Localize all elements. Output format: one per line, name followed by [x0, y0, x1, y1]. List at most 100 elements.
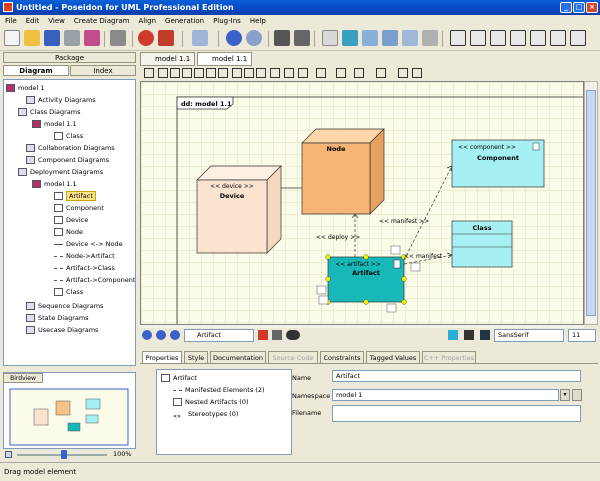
line-color-icon[interactable]: [464, 330, 474, 340]
tab-documentation[interactable]: Documentation: [210, 351, 266, 364]
tree-item[interactable]: Class: [54, 286, 83, 298]
tools-icon[interactable]: [110, 30, 126, 46]
tree-item[interactable]: Component: [54, 202, 104, 214]
tab-diagram-2[interactable]: model 1.1: [197, 52, 252, 66]
select-tool-icon[interactable]: [144, 68, 154, 78]
node-tool-icon[interactable]: [158, 68, 168, 78]
forward-icon[interactable]: [156, 330, 166, 340]
menu-plugins[interactable]: Plug-Ins: [208, 15, 245, 27]
props-tree-item[interactable]: Manifested Elements (2): [173, 384, 265, 396]
menu-generation[interactable]: Generation: [160, 15, 208, 27]
tab-index[interactable]: Index: [70, 65, 136, 76]
search-icon[interactable]: [294, 30, 310, 46]
tab-birdview[interactable]: Birdview: [3, 373, 43, 383]
comment-tool-icon[interactable]: [316, 68, 326, 78]
grid-tool-icon[interactable]: [376, 68, 386, 78]
maximize-button[interactable]: □: [573, 2, 585, 13]
tab-style[interactable]: Style: [184, 351, 208, 364]
tab-diagram-1[interactable]: model 1.1: [140, 52, 195, 66]
namespace-dropdown-arrow[interactable]: ▾: [560, 389, 570, 401]
visibility-icon[interactable]: [286, 330, 300, 340]
back-icon[interactable]: [142, 330, 152, 340]
fill-color-icon[interactable]: [448, 330, 458, 340]
deploy-tool-icon[interactable]: [244, 68, 254, 78]
minimize-button[interactable]: _: [560, 2, 572, 13]
refresh-icon[interactable]: [138, 30, 154, 46]
vertical-scrollbar[interactable]: [584, 81, 598, 325]
menu-create-diagram[interactable]: Create Diagram: [69, 15, 134, 27]
collaboration-diagram-icon[interactable]: [530, 30, 546, 46]
tree-item[interactable]: Artifact->Class: [54, 262, 115, 274]
copy-icon[interactable]: [342, 30, 358, 46]
deployment-diagram-icon[interactable]: [570, 30, 586, 46]
save-icon[interactable]: [44, 30, 60, 46]
paste-icon[interactable]: [362, 30, 378, 46]
menu-align[interactable]: Align: [133, 15, 160, 27]
properties-icon[interactable]: [192, 30, 208, 46]
clipboard-icon[interactable]: [382, 30, 398, 46]
undo-icon[interactable]: [226, 30, 242, 46]
tab-constraints[interactable]: Constraints: [320, 351, 364, 364]
edit-icon[interactable]: [272, 330, 282, 340]
zoom-slider-thumb[interactable]: [61, 450, 67, 459]
text-tool-icon[interactable]: [398, 68, 408, 78]
rectangle-tool-icon[interactable]: [270, 68, 280, 78]
font-size-select[interactable]: 11: [568, 329, 596, 342]
deployment-diagram[interactable]: dd: model 1.1 Node << device >> Device <…: [141, 82, 584, 325]
tree-item[interactable]: Node: [54, 226, 83, 238]
generate-icon[interactable]: [158, 30, 174, 46]
cut-icon[interactable]: [322, 30, 338, 46]
activity-diagram-icon[interactable]: [510, 30, 526, 46]
menu-view[interactable]: View: [43, 15, 69, 27]
name-field[interactable]: Artifact: [332, 370, 581, 382]
tree-item[interactable]: Class Diagrams: [18, 106, 80, 118]
tree-item-selected[interactable]: Artifact: [54, 190, 96, 202]
tree-item[interactable]: State Diagrams: [26, 312, 89, 324]
tree-item[interactable]: Device: [54, 214, 88, 226]
tree-item[interactable]: Deployment Diagrams: [18, 166, 103, 178]
tree-item[interactable]: Component Diagrams: [26, 154, 109, 166]
navigate-namespace-icon[interactable]: [572, 389, 582, 401]
device-tool-icon[interactable]: [170, 68, 180, 78]
artifact-tool-icon[interactable]: [194, 68, 204, 78]
export-icon[interactable]: [84, 30, 100, 46]
props-tree-item[interactable]: «» Stereotypes (0): [173, 408, 238, 420]
delete-icon[interactable]: [258, 330, 268, 340]
link-tool-icon[interactable]: [232, 68, 242, 78]
diagram-canvas[interactable]: dd: model 1.1 Node << device >> Device <…: [140, 81, 584, 325]
manifest-tool-icon[interactable]: [256, 68, 266, 78]
tree-item[interactable]: Collaboration Diagrams: [26, 142, 115, 154]
tab-tagged-values[interactable]: Tagged Values: [366, 351, 420, 364]
redo-icon[interactable]: [246, 30, 262, 46]
tree-item[interactable]: Device <-> Node: [54, 238, 123, 250]
tree-item[interactable]: model 1.1: [32, 178, 77, 190]
component-tool-icon[interactable]: [182, 68, 192, 78]
up-icon[interactable]: [170, 330, 180, 340]
tree-item[interactable]: Activity Diagrams: [26, 94, 96, 106]
open-folder-icon[interactable]: [24, 30, 40, 46]
interface-tool-icon[interactable]: [218, 68, 228, 78]
class-diagram-icon[interactable]: [450, 30, 466, 46]
find-icon[interactable]: [274, 30, 290, 46]
birdview-panel[interactable]: [3, 372, 136, 449]
tab-package[interactable]: Package: [3, 52, 136, 63]
duplicate-icon[interactable]: [402, 30, 418, 46]
arrow-tool-icon[interactable]: [284, 68, 294, 78]
props-tree-root[interactable]: Artifact: [161, 372, 197, 384]
namespace-select[interactable]: model 1: [332, 389, 559, 401]
tree-item[interactable]: Node->Artifact: [54, 250, 115, 262]
cloud-icon[interactable]: [422, 30, 438, 46]
tree-item[interactable]: Class: [54, 130, 83, 142]
vertical-align-icon[interactable]: [336, 68, 346, 78]
state-diagram-icon[interactable]: [490, 30, 506, 46]
menu-help[interactable]: Help: [245, 15, 270, 27]
horizontal-align-icon[interactable]: [354, 68, 364, 78]
tree-item[interactable]: model 1.1: [32, 118, 77, 130]
print-icon[interactable]: [64, 30, 80, 46]
close-button[interactable]: ×: [586, 2, 598, 13]
font-color-icon[interactable]: [480, 330, 490, 340]
scroll-thumb[interactable]: [586, 90, 596, 316]
tab-properties[interactable]: Properties: [142, 351, 182, 364]
font-family-select[interactable]: SansSerif: [494, 329, 564, 342]
filename-field[interactable]: [332, 405, 581, 422]
